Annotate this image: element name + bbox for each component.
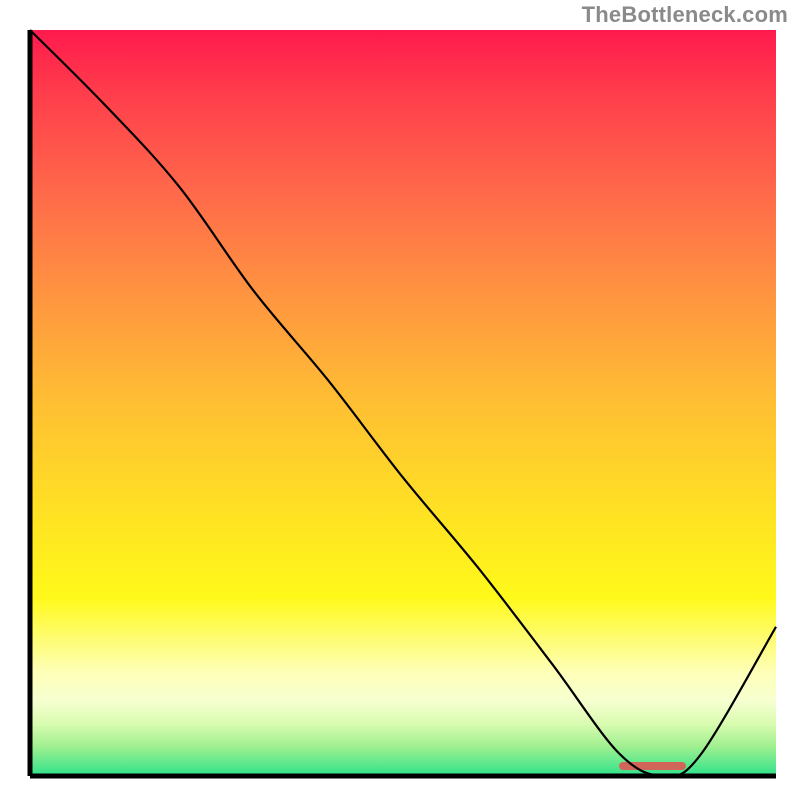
chart-container: TheBottleneck.com — [0, 0, 800, 800]
bottleneck-curve — [30, 30, 776, 776]
plot-area — [30, 30, 776, 776]
attribution-text: TheBottleneck.com — [582, 2, 788, 28]
